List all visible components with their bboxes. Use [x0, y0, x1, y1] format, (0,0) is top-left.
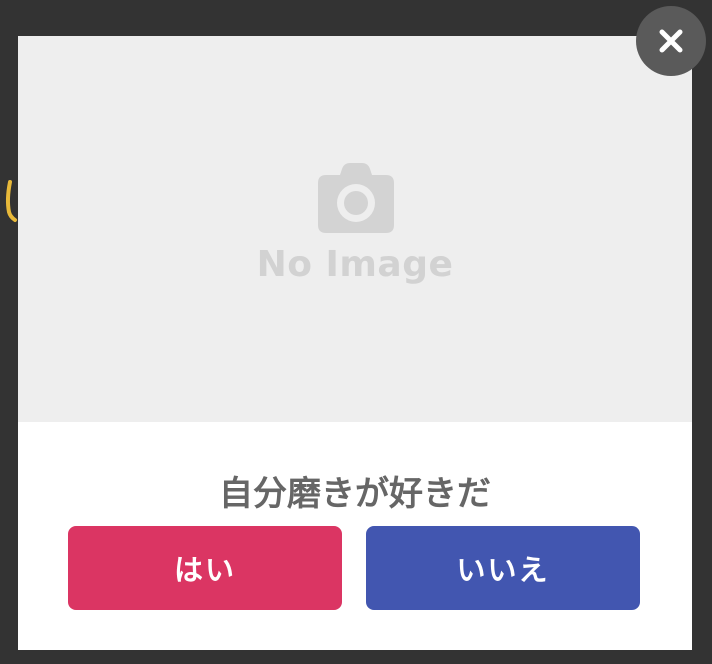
question-modal: No Image 自分磨きが好きだ はい いいえ — [18, 36, 692, 650]
question-text: 自分磨きが好きだ — [219, 474, 491, 514]
no-button[interactable]: いいえ — [366, 526, 640, 610]
close-button[interactable] — [636, 6, 706, 76]
close-icon — [659, 29, 683, 53]
background-decoration — [4, 178, 18, 224]
image-placeholder: No Image — [18, 36, 692, 422]
no-image-text: No Image — [256, 244, 454, 285]
yes-button[interactable]: はい — [68, 526, 342, 610]
camera-icon — [318, 163, 394, 233]
